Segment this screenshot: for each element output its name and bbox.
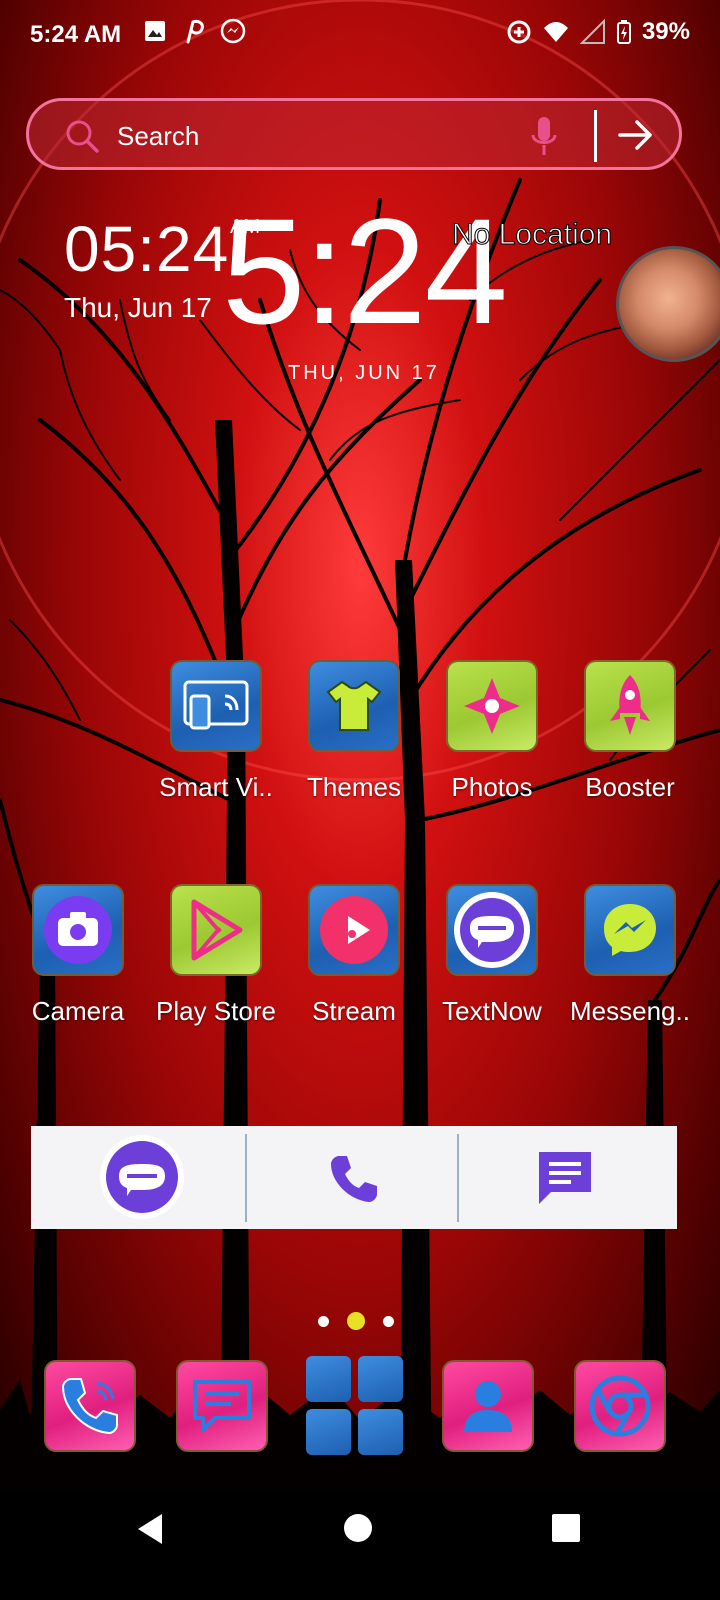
messenger-icon xyxy=(220,18,246,44)
play-store-icon[interactable] xyxy=(170,884,262,976)
app-textnow[interactable]: TextNow xyxy=(422,884,562,1027)
status-bar: 5:24 AM 39% xyxy=(0,0,720,70)
recents-icon[interactable] xyxy=(550,1512,582,1544)
wifi-icon xyxy=(543,22,568,42)
textnow-icon[interactable] xyxy=(99,1134,185,1220)
search-divider xyxy=(594,110,597,162)
app-label: Messeng.. xyxy=(570,996,690,1026)
page-indicator xyxy=(318,1312,394,1330)
app-themes[interactable]: Themes xyxy=(284,660,424,803)
avatar[interactable] xyxy=(616,246,720,362)
app-label: Themes xyxy=(307,772,401,802)
dock-phone-icon[interactable] xyxy=(44,1360,136,1452)
weather-location[interactable]: No Location xyxy=(451,218,612,252)
widget-separator xyxy=(457,1134,459,1222)
clock-widget-big-date: THU, JUN 17 xyxy=(288,362,440,384)
page-dot[interactable] xyxy=(383,1315,394,1327)
data-saver-icon xyxy=(507,20,531,44)
app-label: TextNow xyxy=(442,996,542,1026)
phone-icon[interactable] xyxy=(327,1152,379,1204)
app-label: Smart Vi.. xyxy=(159,772,273,802)
status-time: 5:24 AM xyxy=(30,21,122,48)
page-dot[interactable] xyxy=(318,1315,329,1327)
app-drawer-icon[interactable] xyxy=(306,1356,404,1456)
search-bar[interactable]: Search xyxy=(26,98,682,170)
signal-icon xyxy=(579,19,605,44)
page-dot-active[interactable] xyxy=(347,1312,365,1330)
textnow-icon[interactable] xyxy=(446,884,538,976)
smart-view-icon[interactable] xyxy=(170,660,262,752)
clock-widget-small-date: Thu, Jun 17 xyxy=(64,292,212,323)
camera-icon[interactable] xyxy=(32,884,124,976)
navigation-bar xyxy=(0,1490,720,1600)
app-photos[interactable]: Photos xyxy=(422,660,562,803)
app-messenger[interactable]: Messeng.. xyxy=(560,884,700,1027)
stream-icon[interactable] xyxy=(308,884,400,976)
chrome-icon xyxy=(589,1375,651,1437)
mic-icon[interactable] xyxy=(529,115,559,159)
app-camera[interactable]: Camera xyxy=(8,884,148,1027)
back-icon[interactable] xyxy=(136,1512,166,1546)
phone-icon xyxy=(61,1378,118,1435)
app-label: Play Store xyxy=(156,996,276,1026)
clock-widget-small-time[interactable]: 05:24 xyxy=(64,212,229,286)
search-label[interactable]: Search xyxy=(117,121,199,152)
app-label: Photos xyxy=(451,772,533,802)
app-label: Stream xyxy=(312,996,396,1026)
dock-contacts-icon[interactable] xyxy=(442,1360,534,1452)
message-icon[interactable] xyxy=(535,1148,595,1208)
gallery-icon xyxy=(145,21,165,41)
textnow-widget-bar xyxy=(31,1126,677,1229)
app-play-store[interactable]: Play Store xyxy=(146,884,286,1027)
booster-icon[interactable] xyxy=(584,660,676,752)
dock-messages-icon[interactable] xyxy=(176,1360,268,1452)
widget-separator xyxy=(245,1134,247,1222)
battery-icon xyxy=(616,20,631,44)
system-icons: 39% xyxy=(506,18,690,46)
app-smart-view[interactable]: Smart Vi.. xyxy=(146,660,286,803)
themes-icon[interactable] xyxy=(308,660,400,752)
pinterest-icon xyxy=(186,19,204,44)
app-label: Booster xyxy=(585,772,675,802)
notification-icons xyxy=(144,18,246,44)
app-booster[interactable]: Booster xyxy=(560,660,700,803)
home-icon[interactable] xyxy=(342,1512,374,1544)
search-icon[interactable] xyxy=(63,117,101,155)
contacts-icon xyxy=(464,1381,512,1432)
messages-icon xyxy=(193,1380,251,1432)
app-label: Camera xyxy=(31,996,125,1026)
messenger-app-icon[interactable] xyxy=(584,884,676,976)
arrow-right-icon[interactable] xyxy=(617,117,655,153)
battery-percent: 39% xyxy=(641,18,690,45)
app-stream[interactable]: Stream xyxy=(284,884,424,1027)
photos-icon[interactable] xyxy=(446,660,538,752)
dock-chrome-icon[interactable] xyxy=(574,1360,666,1452)
